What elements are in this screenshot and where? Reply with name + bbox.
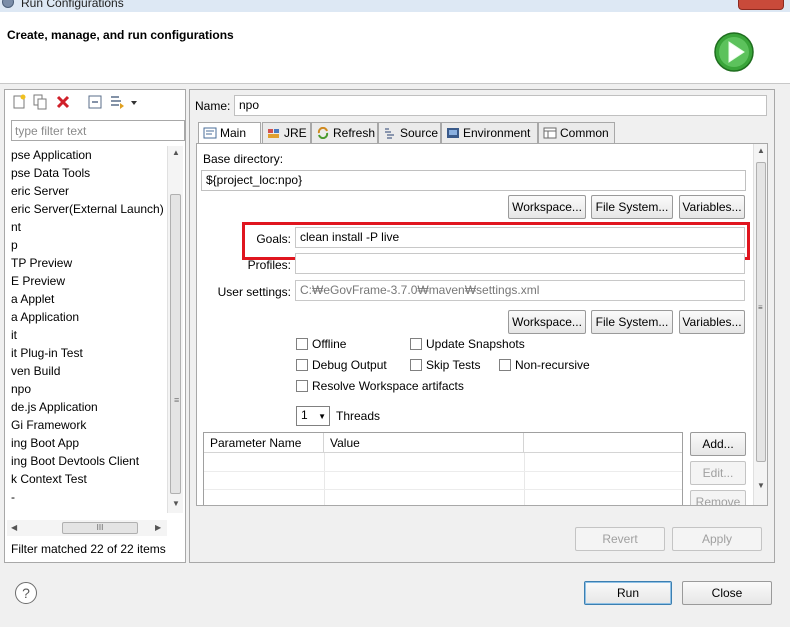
base-directory-label: Base directory: (203, 152, 284, 166)
dialog-header: Create, manage, and run configurations (0, 12, 790, 84)
param-value-header[interactable]: Value (324, 433, 524, 453)
tree-item[interactable]: ing Boot App (11, 434, 79, 452)
tree-item[interactable]: de.js Application (11, 398, 98, 416)
tab-source[interactable]: Source (378, 122, 441, 143)
jre-tab-icon (268, 129, 279, 138)
settings-variables-button[interactable]: Variables... (679, 310, 745, 334)
param-name-header[interactable]: Parameter Name (204, 433, 324, 453)
param-remove-button[interactable]: Remove (690, 490, 746, 505)
tree-item[interactable]: k Context Test (11, 470, 87, 488)
user-settings-input[interactable]: C:₩eGovFrame-3.7.0₩maven₩settings.xml (295, 280, 745, 301)
help-icon[interactable]: ? (15, 582, 37, 604)
tree-item[interactable]: TP Preview (11, 254, 72, 272)
tab-vertical-scrollbar[interactable]: ▲ ≡ ▼ (753, 144, 767, 505)
header-title: Create, manage, and run configurations (7, 28, 234, 42)
tree-item[interactable]: a Application (11, 308, 79, 326)
tree-vertical-scrollbar[interactable]: ▲ ≡ ▼ (167, 146, 183, 513)
run-button[interactable]: Run (584, 581, 672, 605)
view-menu-chevron-down-icon[interactable] (129, 94, 139, 110)
base-workspace-button[interactable]: Workspace... (508, 195, 586, 219)
tree-item[interactable]: nt (11, 218, 21, 236)
window-title: Run Configurations (21, 0, 124, 10)
tree-item[interactable]: eric Server (11, 182, 69, 200)
profiles-input[interactable] (295, 253, 745, 274)
configuration-tree[interactable]: pse Application pse Data Tools eric Server… (7, 146, 167, 506)
tab-environment[interactable]: Environment (441, 122, 538, 143)
param-add-button[interactable]: Add... (690, 432, 746, 456)
tree-item[interactable]: E Preview (11, 272, 65, 290)
param-edit-button[interactable]: Edit... (690, 461, 746, 485)
tree-item[interactable]: npo (11, 380, 32, 398)
tree-horizontal-scrollbar[interactable]: ◀ III ▶ (7, 520, 167, 536)
goals-label: Goals: (256, 232, 291, 246)
filter-input[interactable] (11, 120, 185, 141)
collapse-all-icon[interactable] (87, 94, 103, 110)
threads-label: Threads (336, 409, 381, 423)
resolve-workspace-checkbox[interactable]: Resolve Workspace artifacts (296, 379, 464, 393)
common-icon (543, 127, 557, 139)
tree-item[interactable]: a Applet (11, 290, 54, 308)
window-titlebar: Run Configurations (0, 0, 790, 12)
update-snapshots-checkbox[interactable]: Update Snapshots (410, 337, 525, 351)
param-filler-header (524, 433, 682, 453)
user-settings-label: User settings: (217, 285, 291, 299)
tree-item[interactable]: Gi Framework (11, 416, 86, 434)
main-tab-content: Base directory: ${project_loc:npo} Works… (196, 143, 768, 506)
goals-input[interactable]: clean install -P live (295, 227, 745, 248)
debug-output-checkbox[interactable]: Debug Output (296, 358, 387, 372)
name-label: Name: (195, 99, 231, 113)
app-icon (2, 0, 14, 8)
run-icon (714, 32, 754, 72)
configuration-list-panel: pse Applicationpse Data Toolseric Server… (4, 89, 186, 563)
offline-checkbox[interactable]: Offline (296, 337, 346, 351)
environment-icon (447, 128, 459, 138)
source-icon (385, 128, 394, 139)
tab-main[interactable]: Main (198, 122, 261, 145)
tree-item[interactable]: p (11, 236, 18, 254)
chevron-down-icon: ▼ (318, 412, 326, 421)
delete-config-icon[interactable] (55, 94, 71, 110)
name-input[interactable]: npo (234, 95, 767, 116)
tree-item[interactable]: pse Data Tools (11, 164, 90, 182)
tab-common[interactable]: Common (538, 122, 615, 143)
configuration-editor-panel: Name: npo Main JRE Refresh Source Enviro… (189, 89, 775, 563)
new-config-icon[interactable] (11, 94, 27, 110)
non-recursive-checkbox[interactable]: Non-recursive (499, 358, 590, 372)
refresh-icon (317, 127, 329, 139)
tree-item[interactable]: ing Boot Devtools Client (11, 452, 139, 470)
apply-button[interactable]: Apply (672, 527, 762, 551)
settings-filesystem-button[interactable]: File System... (591, 310, 673, 334)
main-tab-icon (203, 127, 217, 139)
tree-item[interactable]: pse Application (11, 146, 92, 164)
tab-jre[interactable]: JRE (262, 122, 311, 143)
filter-status-text: Filter matched 22 of 22 items (11, 542, 166, 556)
base-variables-button[interactable]: Variables... (679, 195, 745, 219)
tree-item[interactable]: it Plug-in Test (11, 344, 83, 362)
window-close-button[interactable] (738, 0, 784, 10)
tree-item[interactable]: eric Server(External Launch) (11, 200, 164, 218)
profiles-label: Profiles: (247, 258, 291, 272)
threads-select[interactable]: 1 ▼ (296, 406, 330, 426)
settings-workspace-button[interactable]: Workspace... (508, 310, 586, 334)
tree-item[interactable]: ven Build (11, 362, 60, 380)
tree-item[interactable]: it (11, 326, 17, 344)
filter-icon[interactable] (109, 94, 125, 110)
revert-button[interactable]: Revert (575, 527, 665, 551)
tab-refresh[interactable]: Refresh (311, 122, 378, 143)
base-filesystem-button[interactable]: File System... (591, 195, 673, 219)
base-directory-input[interactable]: ${project_loc:npo} (201, 170, 746, 191)
close-button[interactable]: Close (682, 581, 772, 605)
skip-tests-checkbox[interactable]: Skip Tests (410, 358, 480, 372)
tree-item[interactable]: - (11, 488, 15, 506)
parameter-table[interactable]: Parameter Name Value (203, 432, 683, 505)
duplicate-config-icon[interactable] (32, 94, 48, 110)
